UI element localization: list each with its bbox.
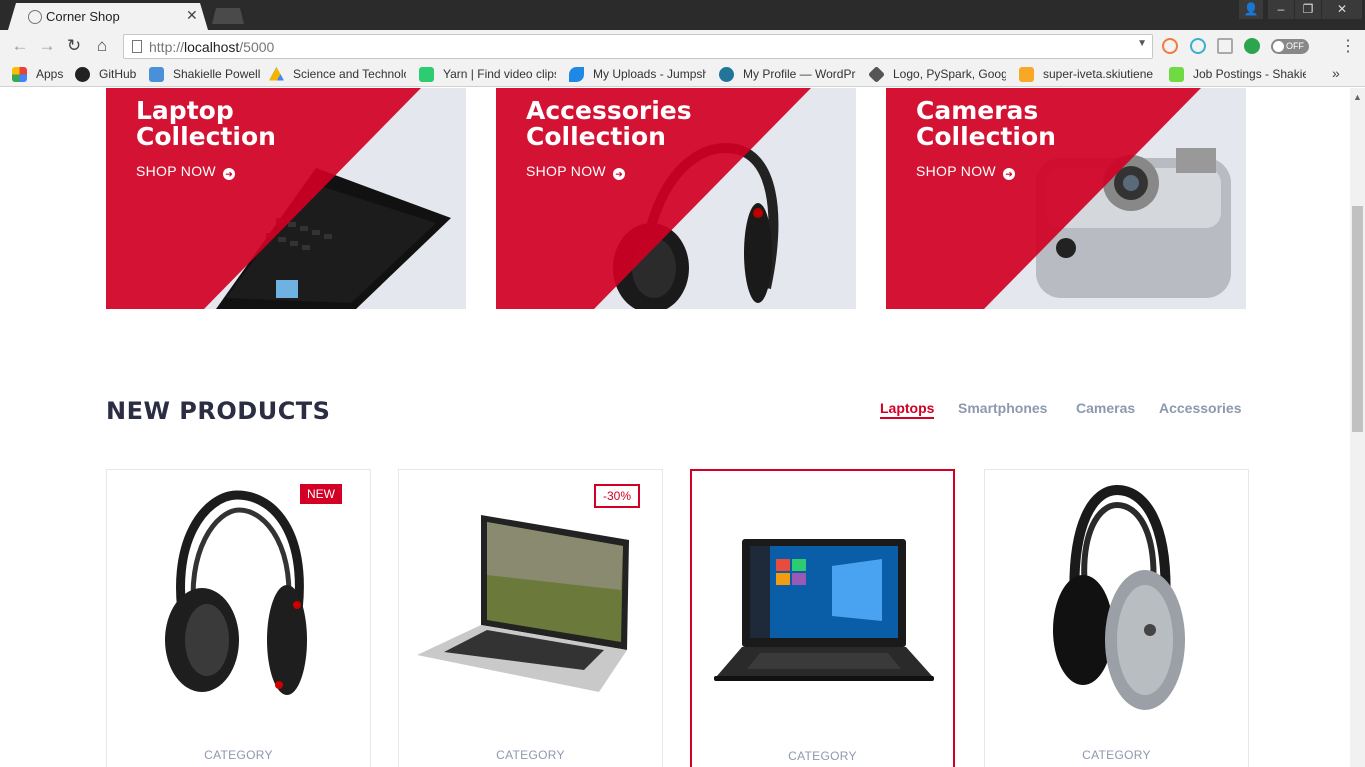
product-card[interactable]: CATEGORY <box>984 469 1249 767</box>
bookmark-super-iveta[interactable]: super-iveta.skiutiene <box>1043 67 1156 81</box>
tab-accessories[interactable]: Accessories <box>1159 400 1242 416</box>
bookmark-jumpshare[interactable]: My Uploads - Jumpsh <box>593 67 706 81</box>
collection-title: Cameras Collection <box>916 96 1056 151</box>
upwork-icon <box>1169 67 1184 82</box>
tab-close-icon[interactable]: ✕ <box>186 7 198 24</box>
tab-laptops[interactable]: Laptops <box>880 400 935 419</box>
extension-toggle[interactable]: OFF <box>1271 39 1309 54</box>
product-category: CATEGORY <box>788 749 857 763</box>
bookmark-job-postings[interactable]: Job Postings - Shakie <box>1193 67 1306 81</box>
tab-smartphones[interactable]: Smartphones <box>958 400 1047 416</box>
power-extension-icon[interactable] <box>1244 38 1260 54</box>
bookmark-shakielle-powell[interactable]: Shakielle Powell <box>173 67 260 81</box>
arrow-circle-icon: ➜ <box>1003 168 1016 180</box>
reload-icon[interactable]: ↻ <box>64 36 84 56</box>
diamond-icon <box>868 66 885 83</box>
forward-arrow-icon[interactable]: → <box>37 36 57 56</box>
browser-menu-icon[interactable]: ⋮ <box>1340 36 1356 56</box>
browser-titlebar: Corner Shop ✕ 👤 – ❐ ✕ <box>0 0 1365 30</box>
new-tab-button[interactable] <box>212 8 244 24</box>
arrow-circle-icon: ➜ <box>223 168 236 180</box>
section-title: NEW PRODUCTS <box>106 397 331 425</box>
minimize-button[interactable]: – <box>1268 0 1294 19</box>
scroll-thumb[interactable] <box>1352 206 1363 432</box>
wordpress-icon <box>719 67 734 82</box>
shop-now-link[interactable]: SHOP NOW ➜ <box>916 163 1016 180</box>
url-path: /5000 <box>239 39 275 55</box>
headphones-silver-image <box>1053 484 1185 710</box>
url-text[interactable]: http://localhost/5000 <box>149 39 274 55</box>
url-host: localhost <box>184 39 240 55</box>
download-extension-icon[interactable] <box>1217 38 1233 54</box>
url-dropdown-icon[interactable]: ▼ <box>1137 38 1147 49</box>
extension-orange-icon[interactable] <box>1162 38 1178 54</box>
scroll-up-icon[interactable]: ▲ <box>1353 92 1362 102</box>
tab-title: Corner Shop <box>46 9 120 24</box>
headphones-extension-icon[interactable] <box>1190 38 1206 54</box>
browser-toolbar: ← → ↻ ⌂ http://localhost/5000 ▼ OFF ⋮ <box>0 30 1365 62</box>
laptop-silver-image <box>417 515 629 692</box>
bookmark-wordpress[interactable]: My Profile — WordPr <box>743 67 856 81</box>
page-content: Laptop Collection SHOP NOW ➜ Accessories C… <box>0 88 1350 767</box>
back-arrow-icon[interactable]: ← <box>10 36 30 56</box>
profile-icon[interactable]: 👤 <box>1239 0 1263 19</box>
jumpshare-icon <box>569 67 584 82</box>
shop-now-link[interactable]: SHOP NOW ➜ <box>136 163 236 180</box>
arrow-circle-icon: ➜ <box>613 168 626 180</box>
collection-title: Laptop Collection <box>136 96 276 151</box>
laptop-black-image <box>714 539 934 681</box>
shop-now-link[interactable]: SHOP NOW ➜ <box>526 163 626 180</box>
tab-cameras[interactable]: Cameras <box>1076 400 1135 416</box>
tab-favicon-icon <box>28 10 42 24</box>
bookmark-science-technology[interactable]: Science and Technolo <box>293 67 406 81</box>
apps-grid-icon <box>12 67 27 82</box>
product-category: CATEGORY <box>496 748 565 762</box>
product-category: CATEGORY <box>204 748 273 762</box>
restore-button[interactable]: ❐ <box>1295 0 1321 19</box>
bookmark-apps[interactable]: Apps <box>36 67 63 81</box>
bookmarks-overflow-icon[interactable]: » <box>1332 65 1340 81</box>
page-icon <box>132 40 142 53</box>
yarn-icon <box>419 67 434 82</box>
bookmark-github[interactable]: GitHub <box>99 67 136 81</box>
bookmarks-bar: Apps GitHub Shakielle Powell Science and… <box>0 62 1365 87</box>
browser-tab[interactable]: Corner Shop ✕ <box>8 3 208 30</box>
window-close-button[interactable]: ✕ <box>1322 0 1362 19</box>
bolt-icon <box>1019 67 1034 82</box>
product-category: CATEGORY <box>1082 748 1151 762</box>
headphones-image <box>165 490 307 695</box>
product-card[interactable]: CATEGORY <box>690 469 955 767</box>
collection-title: Accessories Collection <box>526 96 692 151</box>
url-scheme: http:// <box>149 39 185 55</box>
collection-laptop[interactable]: Laptop Collection SHOP NOW ➜ <box>106 88 466 309</box>
page-scrollbar[interactable]: ▲ <box>1350 88 1365 767</box>
collection-cameras[interactable]: Cameras Collection SHOP NOW ➜ <box>886 88 1246 309</box>
drive-icon <box>269 67 284 81</box>
home-icon[interactable]: ⌂ <box>92 36 112 56</box>
product-card[interactable]: NEW CATEGORY <box>106 469 371 767</box>
bookmark-logo-pyspark[interactable]: Logo, PySpark, Googl <box>893 67 1006 81</box>
github-icon <box>75 67 90 82</box>
product-card[interactable]: -30% CATEGORY <box>398 469 663 767</box>
bookmark-yarn[interactable]: Yarn | Find video clips <box>443 67 556 81</box>
address-bar[interactable]: http://localhost/5000 ▼ <box>123 34 1153 59</box>
cloud-icon <box>149 67 164 82</box>
collection-accessories[interactable]: Accessories Collection SHOP NOW ➜ <box>496 88 856 309</box>
